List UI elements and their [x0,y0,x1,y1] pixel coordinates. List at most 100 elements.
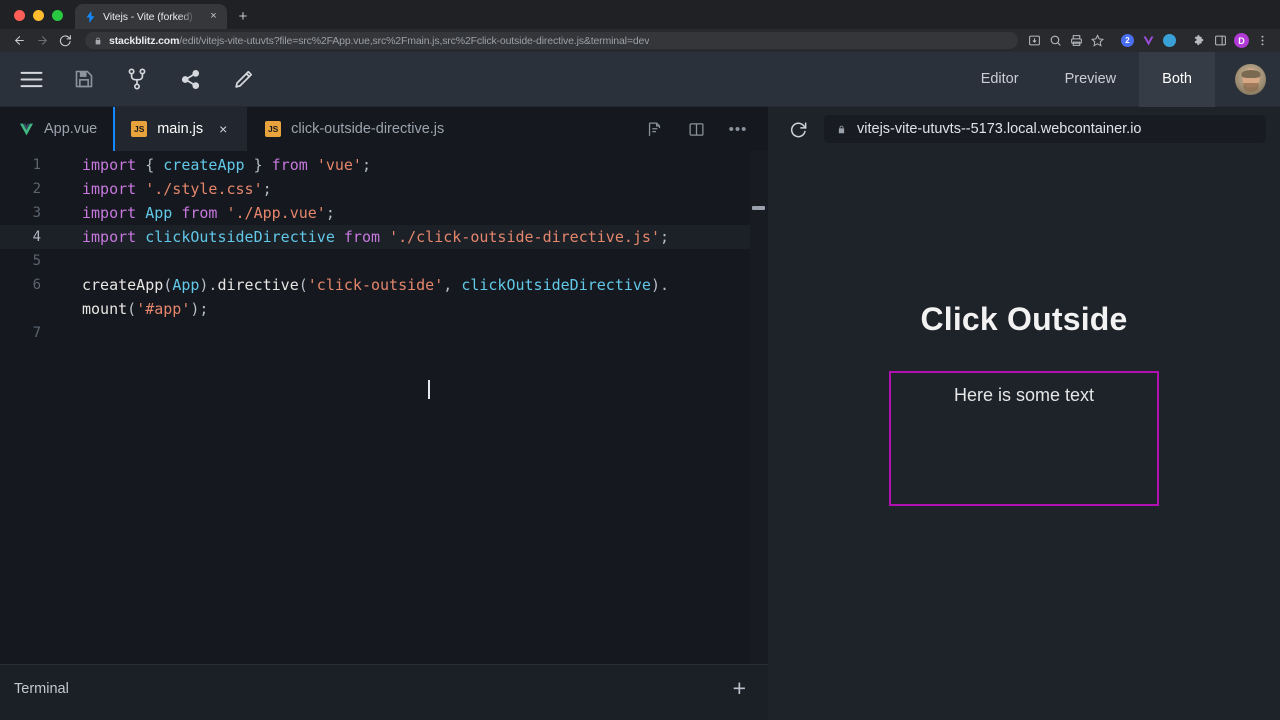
line-number: 2 [32,181,41,197]
new-terminal-button[interactable]: + [733,677,746,700]
browser-tab[interactable]: Vitejs - Vite (forked) - StackBl × [75,4,227,29]
code-line: 6 createApp(App).directive('click-outsid… [0,273,768,297]
editor-tab-label: main.js [157,121,204,137]
extension-vue-icon[interactable] [1139,31,1158,50]
line-number: 7 [32,325,41,341]
url-path: /edit/vitejs-vite-utuvts?file=src%2FApp.… [179,34,650,47]
js-file-icon: JS [131,121,148,137]
code-line: 7 [0,321,768,345]
editor-tab-actions: ••• [634,107,768,151]
view-mode-both[interactable]: Both [1139,51,1215,107]
preview-app-content: Click Outside Here is some text [768,301,1280,506]
back-icon[interactable] [8,30,30,52]
line-number: 1 [32,157,41,173]
code-lines: 1 import { createApp } from 'vue'; 2 imp… [0,153,768,345]
pencil-edit-icon[interactable] [230,66,256,92]
preview-iframe[interactable]: Click Outside Here is some text [768,151,1280,720]
ellipsis-icon[interactable]: ••• [728,119,748,139]
code-line: 2 import './style.css'; [0,177,768,201]
forward-icon[interactable] [31,30,53,52]
minimize-window-button[interactable] [33,10,44,21]
code-line: 1 import { createApp } from 'vue'; [0,153,768,177]
line-number: 3 [32,205,41,221]
code-line-content: import { createApp } from 'vue'; [82,156,371,174]
editor-tab-app-vue[interactable]: App.vue [0,107,113,151]
code-line-content: import './style.css'; [82,180,272,198]
new-tab-button[interactable]: + [230,4,256,29]
extensions-puzzle-icon[interactable] [1190,31,1209,50]
save-floppy-icon[interactable] [71,66,97,92]
vue-file-icon [18,121,34,137]
scrollbar-thumb[interactable] [752,206,765,210]
bookmark-star-icon[interactable] [1088,31,1107,50]
preview-url-bar[interactable]: vitejs-vite-utuvts--5173.local.webcontai… [824,115,1266,143]
editor-tab-main-js[interactable]: JS main.js × [113,107,248,151]
format-prettier-icon[interactable] [644,119,664,139]
terminal-title: Terminal [14,681,69,697]
editor-tab-bar: App.vue JS main.js × JS click-outside-di… [0,107,768,151]
fork-branch-icon[interactable] [124,66,150,92]
print-icon[interactable] [1067,31,1086,50]
hamburger-menu-icon[interactable] [18,66,44,92]
code-line-content: mount('#app'); [82,300,209,318]
address-bar-url: stackblitz.com/edit/vitejs-vite-utuvts?f… [109,35,649,47]
code-line-active: 4 import clickOutsideDirective from './c… [0,225,768,249]
share-icon[interactable] [177,66,203,92]
editor-tab-click-outside-directive-js[interactable]: JS click-outside-directive.js [247,107,460,151]
close-tab-button[interactable]: × [206,9,221,24]
extension-blue-icon[interactable]: 2 [1118,31,1137,50]
reload-icon[interactable] [54,30,76,52]
lock-icon [94,36,103,46]
app-body: App.vue JS main.js × JS click-outside-di… [0,107,1280,720]
reload-icon[interactable] [786,117,810,141]
line-number: 4 [32,229,41,245]
browser-tab-strip: Vitejs - Vite (forked) - StackBl × + [0,0,1280,29]
extension-cyan-icon[interactable] [1160,31,1179,50]
js-file-icon: JS [265,121,282,137]
line-number: 5 [32,253,41,269]
side-panel-icon[interactable] [1211,31,1230,50]
editor-scrollbar[interactable] [750,151,768,664]
app-header: Editor Preview Both [0,51,1280,107]
code-line: 3 import App from './App.vue'; [0,201,768,225]
code-line-content: import clickOutsideDirective from './cli… [82,228,670,246]
share-install-icon[interactable] [1025,31,1044,50]
profile-avatar[interactable]: D [1232,31,1251,50]
zoom-search-icon[interactable] [1046,31,1065,50]
code-line-content: createApp(App).directive('click-outside'… [82,276,670,294]
close-tab-button[interactable]: × [215,121,231,137]
account-avatar-wrapper[interactable] [1215,63,1266,95]
preview-pane: vitejs-vite-utuvts--5173.local.webcontai… [768,107,1280,720]
text-cursor [428,380,430,399]
editor-tab-label: click-outside-directive.js [291,121,445,137]
code-editor[interactable]: 1 import { createApp } from 'vue'; 2 imp… [0,151,768,664]
maximize-window-button[interactable] [52,10,63,21]
stackblitz-app: Editor Preview Both App.vue JS main.js ×… [0,51,1280,720]
editor-tab-label: App.vue [44,121,98,137]
code-line-wrapped: mount('#app'); [0,297,768,321]
click-outside-box-text: Here is some text [953,385,1095,405]
preview-toolbar: vitejs-vite-utuvts--5173.local.webcontai… [768,107,1280,151]
browser-toolbar: stackblitz.com/edit/vitejs-vite-utuvts?f… [0,29,1280,52]
editor-pane: App.vue JS main.js × JS click-outside-di… [0,107,768,720]
split-pane-icon[interactable] [686,119,706,139]
preview-url-text: vitejs-vite-utuvts--5173.local.webcontai… [857,121,1142,137]
view-mode-editor[interactable]: Editor [958,52,1042,107]
window-traffic-lights [0,10,75,29]
stackblitz-icon [84,10,97,23]
browser-tab-title: Vitejs - Vite (forked) - StackBl [103,10,200,23]
click-outside-box[interactable]: Here is some text [889,371,1159,506]
avatar-beard [1243,82,1258,92]
three-dot-menu-icon[interactable] [1253,31,1272,50]
preview-heading: Click Outside [920,301,1128,337]
view-mode-preview[interactable]: Preview [1042,52,1140,107]
user-avatar[interactable] [1235,63,1266,95]
app-toolbar [18,66,256,92]
address-bar[interactable]: stackblitz.com/edit/vitejs-vite-utuvts?f… [85,32,1018,49]
terminal-panel: Terminal + [0,664,768,720]
code-line-content: import App from './App.vue'; [82,204,335,222]
view-mode-switcher: Editor Preview Both [958,51,1215,107]
profile-initial: D [1234,33,1249,48]
close-window-button[interactable] [14,10,25,21]
url-domain: stackblitz.com [109,34,180,47]
